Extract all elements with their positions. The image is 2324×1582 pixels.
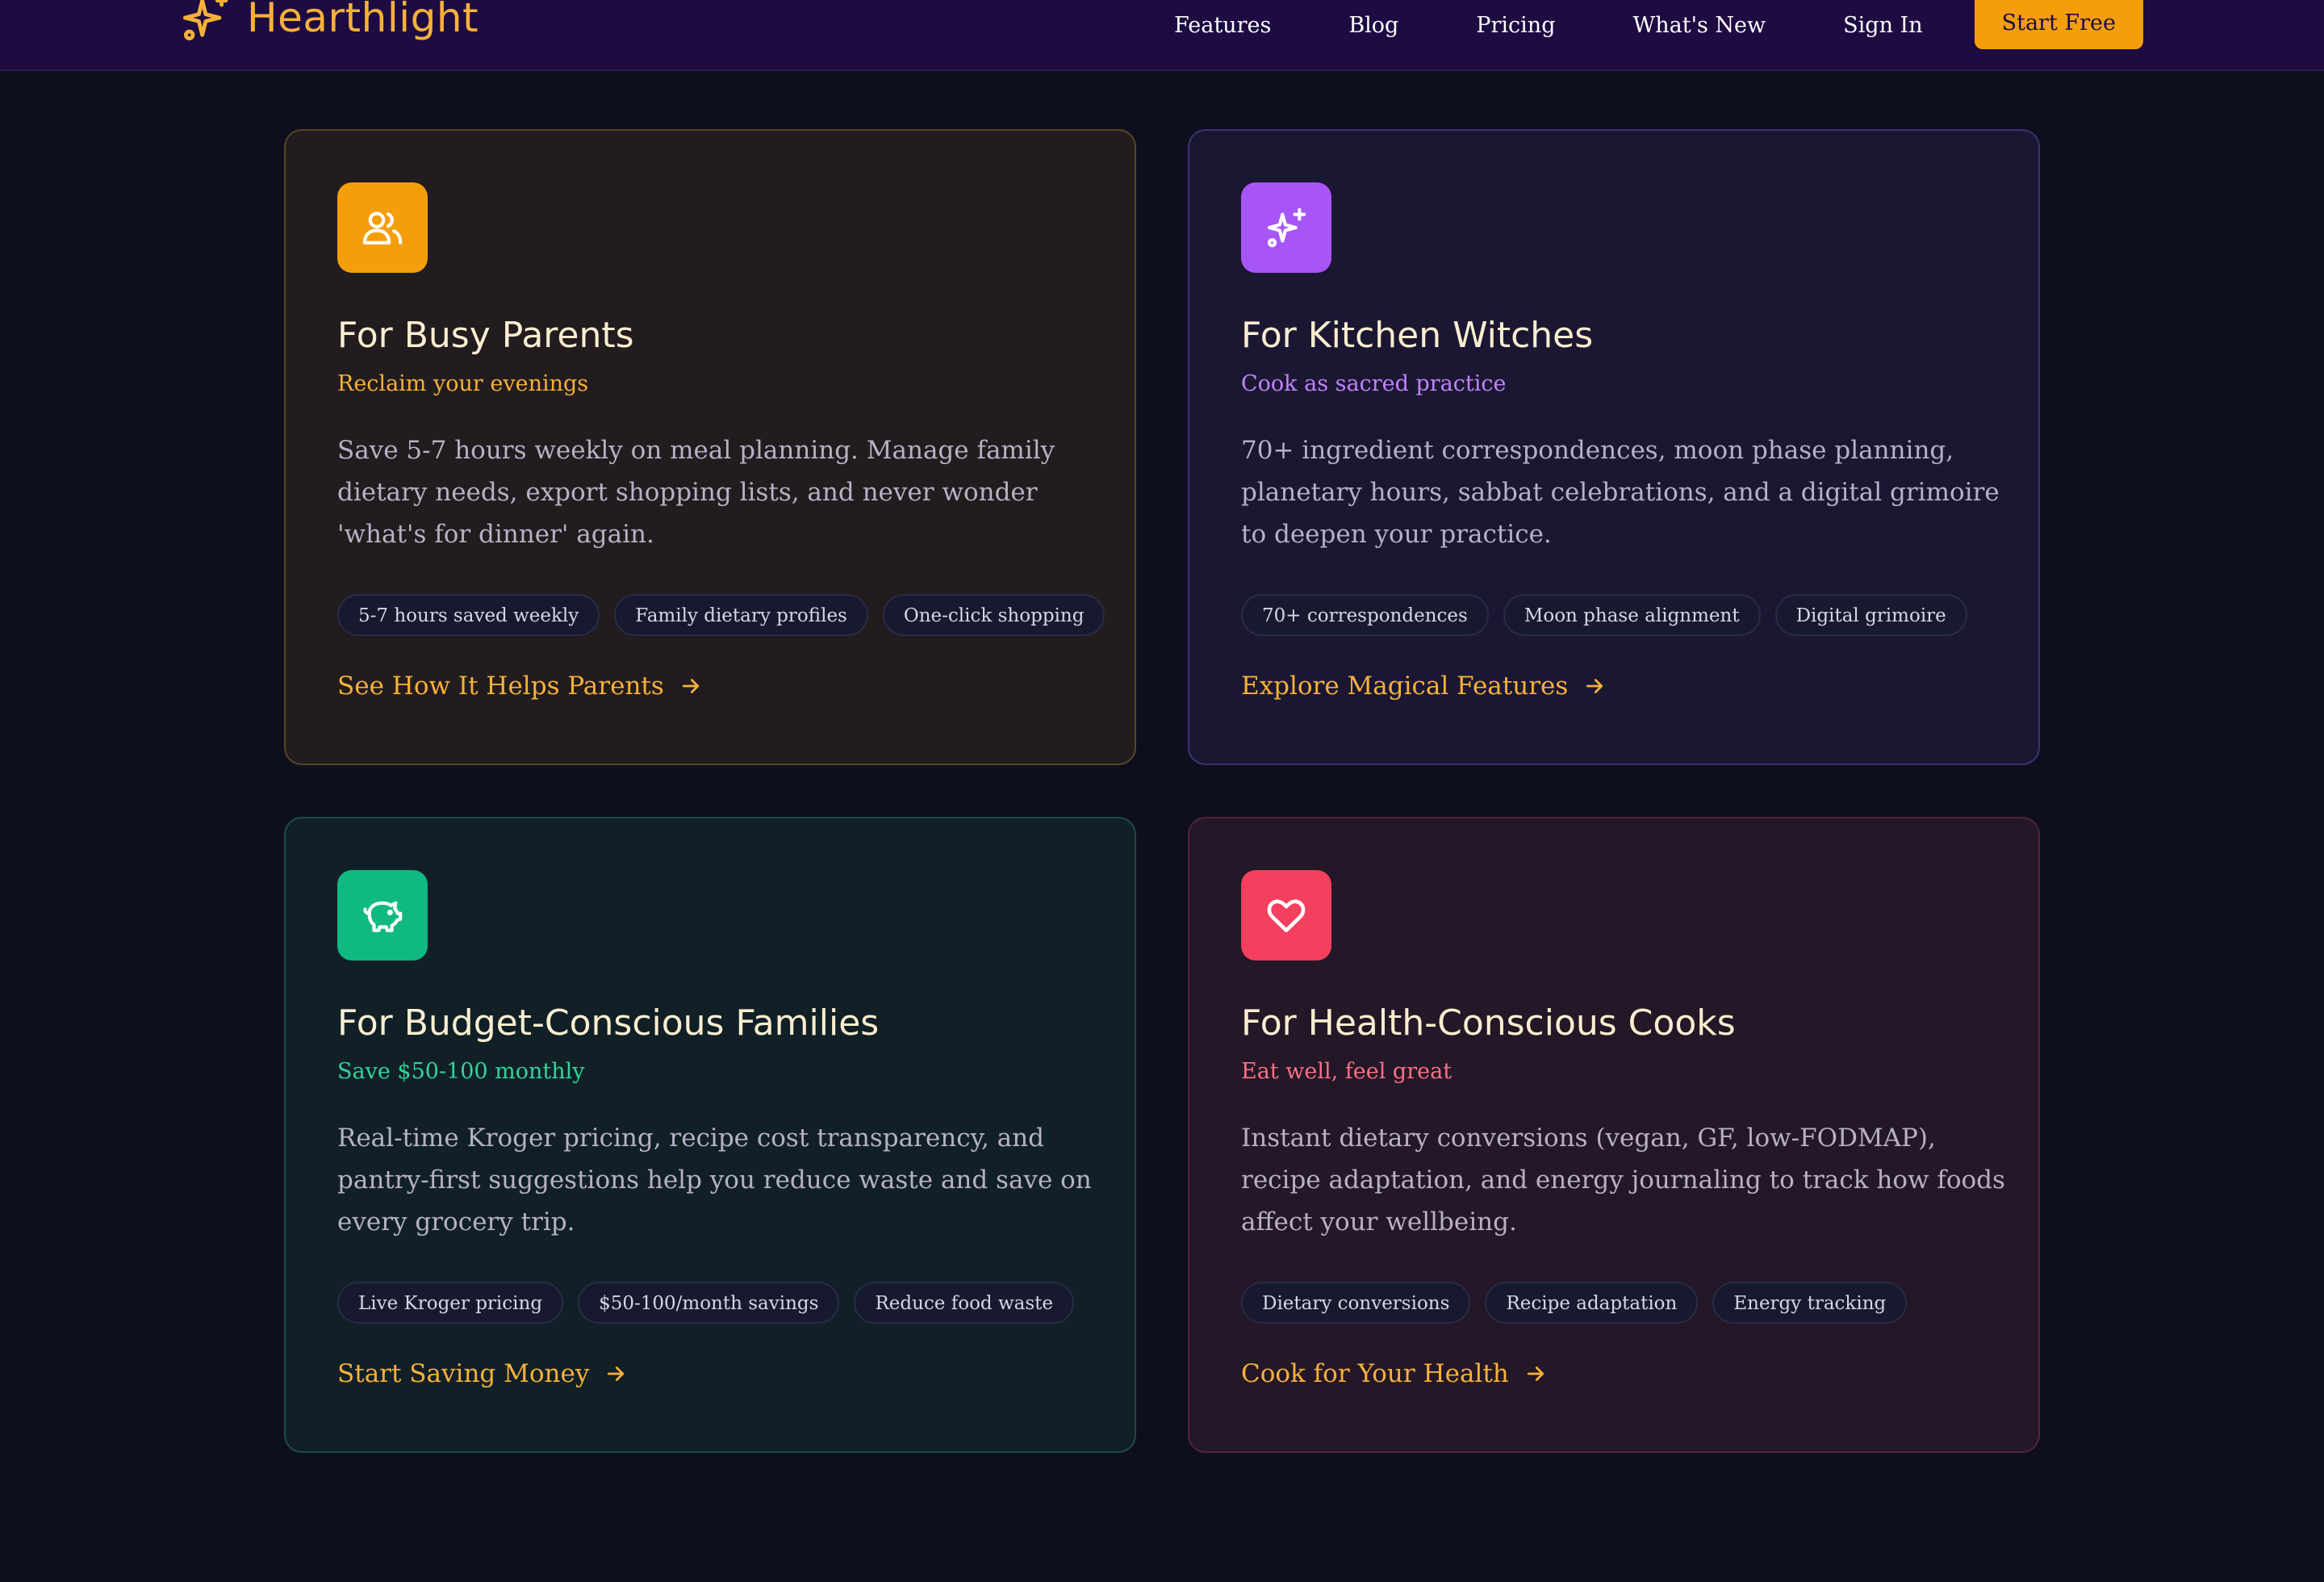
card-link-label: See How It Helps Parents [337,672,664,701]
card-title: For Health-Conscious Cooks [1241,1002,1736,1044]
nav-link-sign-in[interactable]: Sign In [1843,13,1922,38]
card-description: Real-time Kroger pricing, recipe cost tr… [337,1124,1092,1237]
cook-for-your-health-link[interactable]: Cook for Your Health [1241,1359,1548,1388]
tag: 70+ correspondences [1241,594,1489,636]
tag: One-click shopping [882,594,1106,636]
tag: Recipe adaptation [1485,1282,1699,1324]
nav-link-blog[interactable]: Blog [1348,13,1398,38]
brand-logo-link[interactable]: Hearthlight [181,0,479,44]
tag: Digital grimoire [1774,594,1967,636]
users-icon [362,211,403,245]
card-tags: Live Kroger pricing $50-100/month saving… [337,1282,1075,1324]
card-icon-box [337,870,428,960]
card-link-label: Explore Magical Features [1241,672,1569,701]
sparkle-icon [182,0,228,40]
card-kitchen-witches: For Kitchen Witches Cook as sacred pract… [1188,129,2040,765]
card-link-label: Cook for Your Health [1241,1359,1509,1388]
card-subtitle: Eat well, feel great [1241,1059,1452,1084]
card-title: For Busy Parents [337,315,634,356]
tag: Family dietary profiles [614,594,868,636]
card-title: For Budget-Conscious Families [337,1002,880,1044]
start-saving-money-link[interactable]: Start Saving Money [337,1359,628,1388]
card-health-conscious-cooks: For Health-Conscious Cooks Eat well, fee… [1188,817,2040,1453]
arrow-right-icon [1527,1366,1544,1381]
card-tags: 5-7 hours saved weekly Family dietary pr… [337,594,1106,636]
card-subtitle: Cook as sacred practice [1241,371,1507,396]
brand-name: Hearthlight [247,0,479,41]
nav-link-pricing[interactable]: Pricing [1476,13,1555,38]
card-description: 70+ ingredient correspondences, moon pha… [1241,436,2000,549]
piggy-bank-icon [363,901,403,932]
nav-link-features[interactable]: Features [1174,13,1271,38]
arrow-right-icon [1586,679,1603,693]
nav-link-whats-new[interactable]: What's New [1632,13,1766,38]
explore-magical-features-link[interactable]: Explore Magical Features [1241,672,1607,701]
card-subtitle: Reclaim your evenings [337,371,589,396]
start-free-button[interactable]: Start Free [1974,0,2143,49]
arrow-right-icon [608,1366,625,1381]
card-title: For Kitchen Witches [1241,315,1594,356]
card-subtitle: Save $50-100 monthly [337,1059,585,1084]
card-tags: Dietary conversions Recipe adaptation En… [1241,1282,1908,1324]
top-nav: Hearthlight Features Blog Pricing What's… [0,0,2324,71]
tag: Live Kroger pricing [337,1282,564,1324]
card-budget-conscious-families: For Budget-Conscious Families Save $50-1… [284,817,1136,1453]
tag: Dietary conversions [1241,1282,1471,1324]
tag: $50-100/month savings [578,1282,840,1324]
tag: Moon phase alignment [1503,594,1761,636]
card-icon-box [1241,182,1331,273]
tag: 5-7 hours saved weekly [337,594,600,636]
see-how-it-helps-parents-link[interactable]: See How It Helps Parents [337,672,703,701]
card-icon-box [337,182,428,273]
arrow-right-icon [682,679,699,693]
card-busy-parents: For Busy Parents Reclaim your evenings S… [284,129,1136,765]
card-description: Save 5-7 hours weekly on meal planning. … [337,436,1055,549]
tag: Reduce food waste [854,1282,1075,1324]
card-description: Instant dietary conversions (vegan, GF, … [1241,1124,2005,1237]
card-link-label: Start Saving Money [337,1359,590,1388]
sparkles-icon [1267,207,1306,248]
nav-links: Features Blog Pricing What's New Sign In… [1174,0,2143,50]
card-icon-box [1241,870,1331,960]
card-tags: 70+ correspondences Moon phase alignment… [1241,594,1967,636]
tag: Energy tracking [1712,1282,1908,1324]
heart-icon [1267,899,1306,932]
